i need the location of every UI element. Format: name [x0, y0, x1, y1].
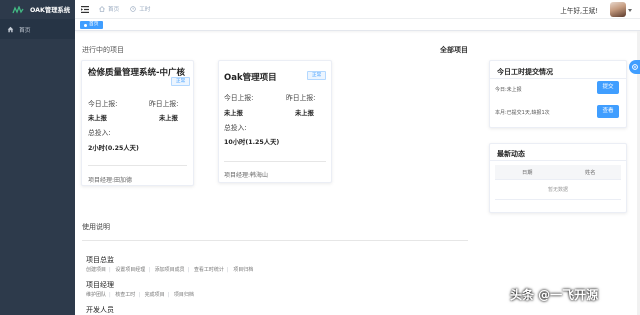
- breadcrumb-home[interactable]: 首页: [99, 5, 119, 13]
- month-status: 本月:已提交1天,缺报1次: [495, 110, 550, 116]
- total-input-label: 总投入:: [224, 124, 247, 132]
- all-projects-link[interactable]: 全部项目: [440, 45, 468, 55]
- status-badge: 正常: [171, 77, 191, 86]
- caret-down-icon[interactable]: [628, 9, 632, 12]
- today-status: 今日:未上报: [495, 87, 522, 93]
- status-badge: 正常: [307, 71, 327, 80]
- project-card[interactable]: 检修质量管理系统-中广核 正常 今日上报: 昨日上报: 未上报 未上报 总投入:…: [81, 60, 194, 186]
- usage-link[interactable]: 添加项目成员: [155, 267, 185, 273]
- total-input-label: 总投入:: [88, 129, 111, 137]
- gear-icon: [632, 64, 638, 70]
- usage-link[interactable]: 完成项目: [145, 292, 165, 298]
- yesterday-report-label: 昨日上报:: [149, 100, 179, 108]
- news-table-header: 日期 姓名: [495, 165, 621, 180]
- project-name[interactable]: Oak管理项目: [224, 71, 277, 83]
- sidebar-item-label: 首页: [19, 27, 31, 34]
- timesheet-title: 今日工时提交情况: [497, 68, 553, 76]
- submit-button[interactable]: 提交: [597, 81, 619, 94]
- hamburger-icon[interactable]: [81, 5, 89, 13]
- breadcrumb-label: 工时: [139, 7, 151, 13]
- usage-link[interactable]: 项目归档: [174, 292, 194, 298]
- clock-icon: [130, 6, 136, 12]
- usage-link-row: 维护团队 | 核查工时 | 完成项目 | 项目归档: [86, 292, 194, 298]
- divider: [224, 161, 326, 162]
- news-title: 最新动态: [497, 150, 525, 158]
- greeting-text: 上午好,王斌!: [560, 7, 598, 15]
- today-report-label: 今日上报:: [224, 94, 254, 102]
- project-manager: 项目经理:田加德: [88, 177, 133, 184]
- timesheet-card: 今日工时提交情况 今日:未上报 提交 本月:已提交1天,缺报1次 查看: [489, 60, 627, 128]
- divider: [82, 240, 468, 241]
- usage-link[interactable]: 维护团队: [86, 292, 106, 298]
- empty-state: 暂无数据: [495, 180, 621, 200]
- usage-link[interactable]: 创建项目: [86, 267, 106, 273]
- usage-group-title: 开发人员: [86, 306, 114, 314]
- project-manager: 项目经理:韩海山: [224, 172, 269, 179]
- logo-icon: [12, 5, 24, 14]
- usage-title: 使用说明: [82, 223, 110, 231]
- usage-link[interactable]: 核查工时: [115, 292, 135, 298]
- avatar[interactable]: [610, 2, 626, 17]
- top-navbar: 首页 工时 上午好,王斌!: [75, 0, 640, 19]
- today-report-label: 今日上报:: [88, 100, 118, 108]
- watermark: 头条 @一飞开源: [510, 288, 599, 302]
- today-report-value: 未上报: [88, 115, 107, 122]
- total-input-value: 10小时(1.25人天): [224, 139, 280, 146]
- usage-link-row: 创建项目 | 设置项目经理 | 添加项目成员 | 查看工时统计 | 项目归档: [86, 267, 254, 273]
- breadcrumb-worktime[interactable]: 工时: [130, 5, 150, 13]
- section-title-projects: 进行中的项目: [82, 46, 124, 54]
- breadcrumb-label: 首页: [108, 7, 120, 13]
- today-report-value: 未上报: [224, 110, 243, 117]
- sidebar: OAK管理系统 首页: [0, 0, 75, 315]
- column-header-date[interactable]: 日期: [522, 169, 532, 176]
- usage-group-title: 项目经理: [86, 281, 114, 289]
- app-logo[interactable]: OAK管理系统: [0, 0, 75, 19]
- home-icon: [99, 6, 105, 12]
- divider: [490, 160, 626, 161]
- yesterday-report-label: 昨日上报:: [286, 94, 316, 102]
- yesterday-report-value: 未上报: [295, 110, 314, 117]
- news-card: 最新动态 日期 姓名 暂无数据: [489, 143, 627, 213]
- usage-group-title: 项目总监: [86, 256, 114, 264]
- tag-home[interactable]: 首页: [80, 21, 103, 29]
- yesterday-report-value: 未上报: [159, 115, 178, 122]
- column-header-name[interactable]: 姓名: [585, 169, 595, 176]
- view-button[interactable]: 查看: [597, 105, 619, 118]
- sidebar-item-home[interactable]: 首页: [0, 19, 75, 39]
- project-card[interactable]: Oak管理项目 正常 今日上报: 昨日上报: 未上报 未上报 总投入: 10小时…: [218, 60, 332, 183]
- breadcrumb: 首页 工时: [99, 5, 161, 13]
- tags-view: 首页: [75, 19, 640, 31]
- settings-float-button[interactable]: [629, 60, 640, 74]
- usage-link[interactable]: 设置项目经理: [115, 267, 145, 273]
- total-input-value: 2小时(0.25人天): [88, 145, 139, 152]
- app-title: OAK管理系统: [30, 7, 71, 14]
- usage-link[interactable]: 项目归档: [233, 267, 253, 273]
- divider: [490, 78, 626, 79]
- home-icon: [7, 26, 14, 32]
- dot-icon: [84, 23, 87, 27]
- tag-label: 首页: [89, 22, 99, 27]
- divider: [88, 165, 187, 166]
- usage-link[interactable]: 查看工时统计: [194, 267, 224, 273]
